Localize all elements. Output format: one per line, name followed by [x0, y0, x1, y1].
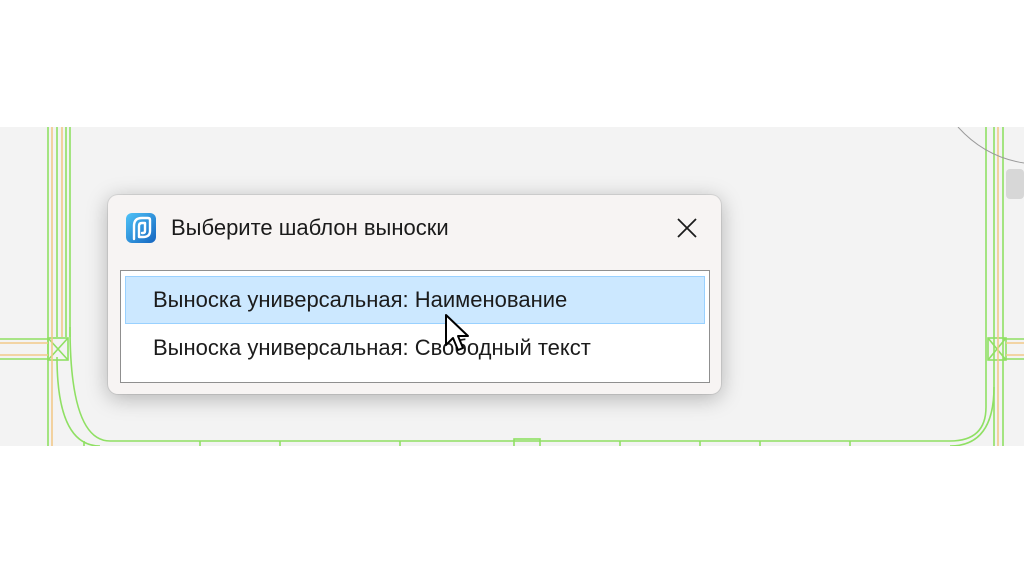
screen: Выберите шаблон выноски Выноска универса… — [0, 0, 1024, 576]
template-listbox[interactable]: Выноска универсальная: Наименование Выно… — [120, 270, 710, 383]
app-logo-icon — [126, 213, 156, 243]
select-callout-template-dialog: Выберите шаблон выноски Выноска универса… — [108, 195, 721, 394]
list-item-label: Выноска универсальная: Наименование — [153, 287, 568, 312]
dialog-title: Выберите шаблон выноски — [171, 215, 449, 240]
list-item-label: Выноска универсальная: Свободный текст — [153, 335, 591, 360]
list-item-name-callout[interactable]: Выноска универсальная: Наименование — [125, 276, 705, 324]
dialog-titlebar[interactable]: Выберите шаблон выноски — [108, 195, 721, 261]
close-icon — [677, 218, 697, 238]
list-item-free-text-callout[interactable]: Выноска универсальная: Свободный текст — [125, 324, 705, 372]
close-button[interactable] — [668, 209, 706, 247]
